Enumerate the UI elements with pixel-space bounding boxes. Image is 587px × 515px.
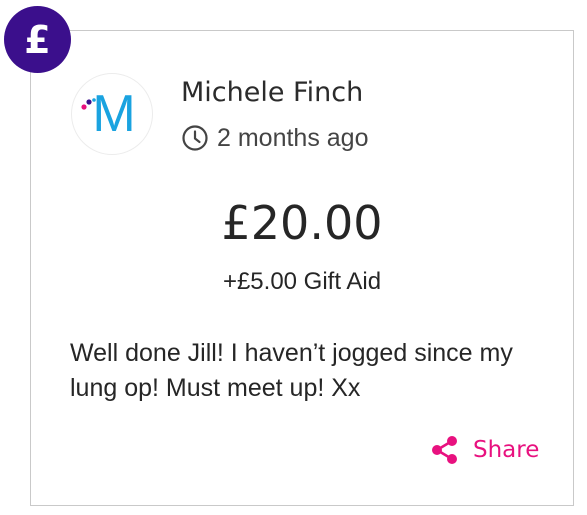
- gift-aid-amount: +£5.00 Gift Aid: [222, 268, 382, 295]
- share-label: Share: [473, 437, 540, 463]
- avatar-initial: M: [92, 85, 136, 143]
- avatar: M: [71, 73, 153, 155]
- avatar-dots-icon: [81, 98, 96, 110]
- currency-badge: £: [4, 6, 71, 73]
- donation-time: 2 months ago: [181, 122, 369, 154]
- pound-sign-icon: £: [24, 17, 51, 62]
- donor-name: Michele Finch: [181, 77, 364, 108]
- page: £ M Michele Finch 2 months ago £20.00 +£…: [0, 0, 587, 515]
- donation-message: Well done Jill! I haven’t jogged since m…: [70, 339, 513, 402]
- clock-icon: [182, 125, 208, 151]
- share-button[interactable]: Share: [430, 434, 539, 466]
- donation-amount: £20.00: [221, 196, 383, 250]
- time-ago-text: 2 months ago: [217, 123, 369, 152]
- share-icon: [432, 436, 457, 464]
